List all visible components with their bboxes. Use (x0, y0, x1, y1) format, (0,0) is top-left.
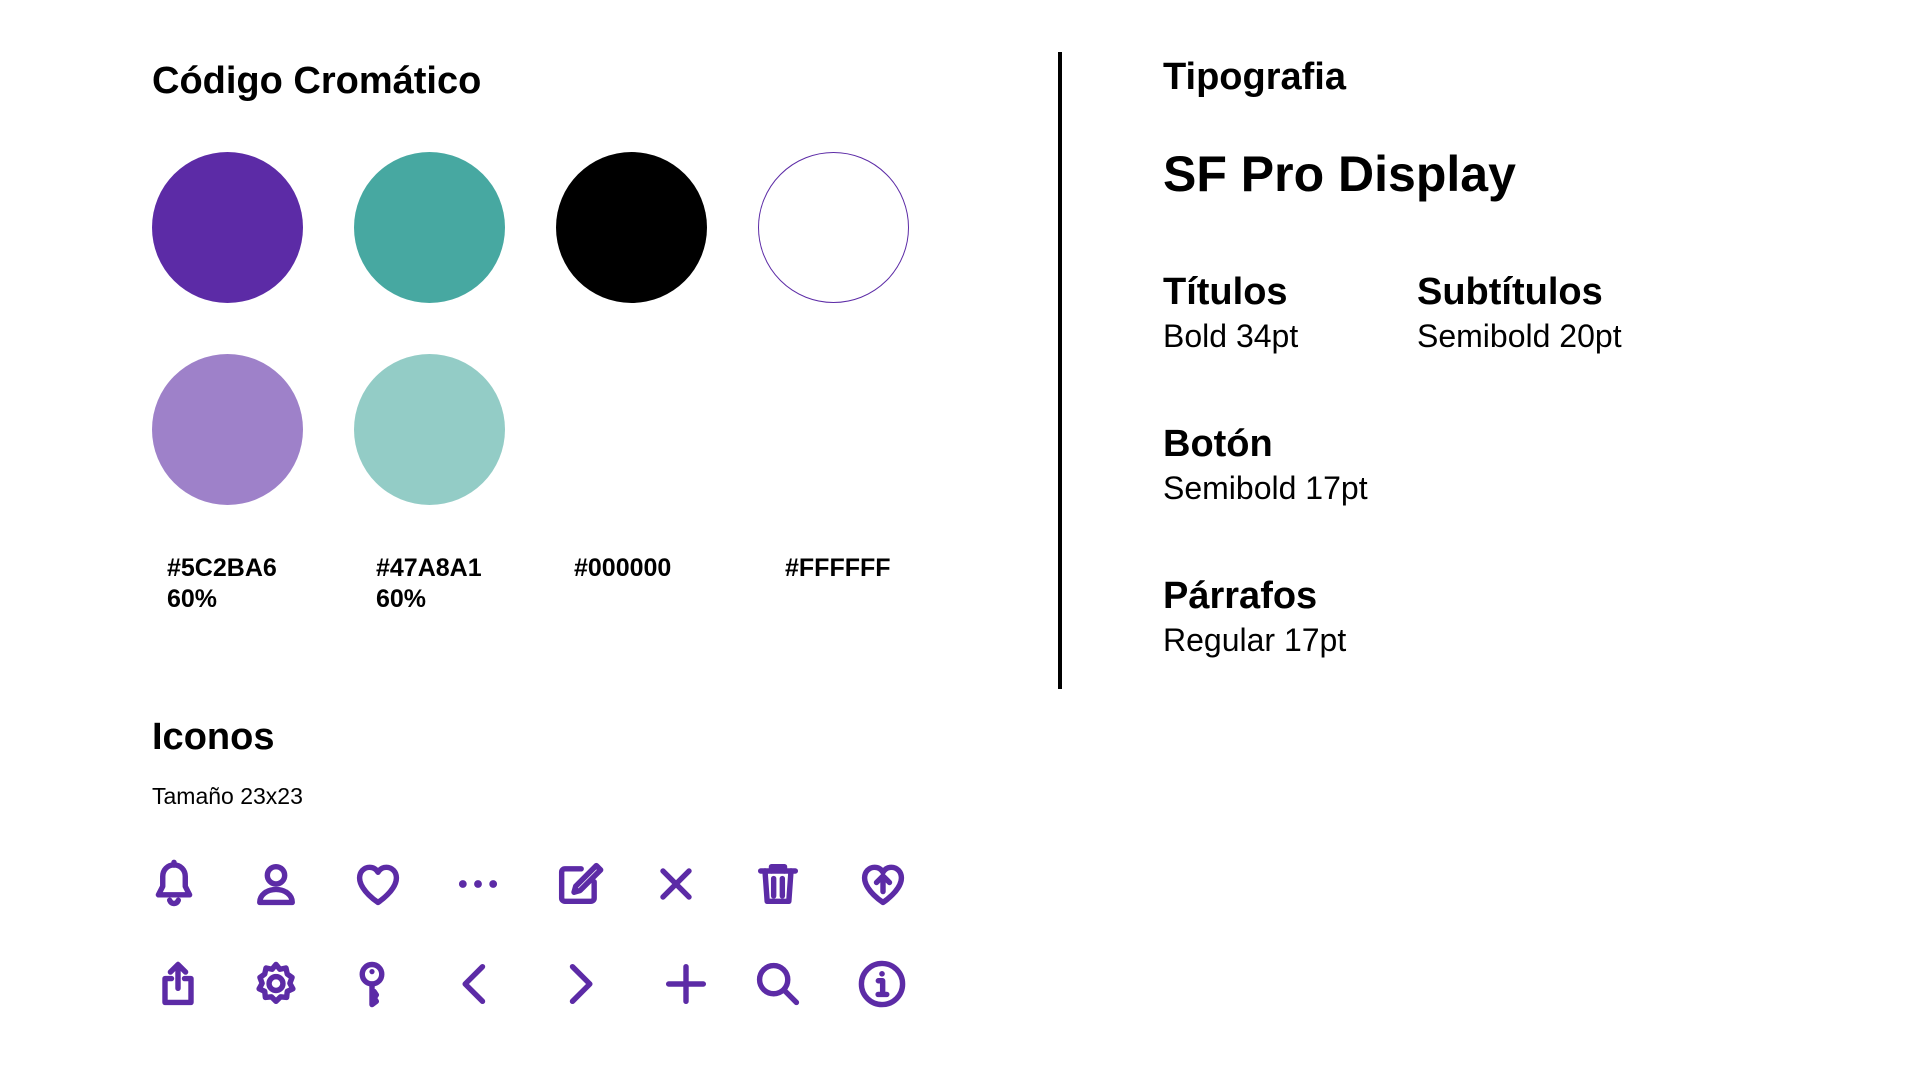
color-label-white: #FFFFFF (785, 553, 891, 584)
color-label-black: #000000 (574, 553, 671, 584)
typography-title: Tipografia (1163, 56, 1346, 98)
more-icon (452, 858, 504, 910)
swatch-black (556, 152, 707, 303)
style-spec-subtitles: Semibold 20pt (1417, 318, 1622, 354)
font-name: SF Pro Display (1163, 146, 1516, 202)
trash-icon (752, 858, 804, 910)
style-name-paragraphs: Párrafos (1163, 575, 1318, 617)
close-icon (650, 858, 702, 910)
heart-upload-icon (857, 858, 909, 910)
share-icon (152, 958, 204, 1010)
swatch-teal (354, 152, 505, 303)
style-spec-paragraphs: Regular 17pt (1163, 622, 1347, 658)
chevron-left-icon (450, 958, 502, 1010)
hex-code: #000000 (574, 554, 672, 582)
swatch-teal-60 (354, 354, 505, 505)
gear-icon (250, 958, 302, 1010)
color-label-purple: #5C2BA6 60% (167, 553, 277, 615)
style-spec-titles: Bold 34pt (1163, 318, 1299, 354)
heart-icon (352, 858, 404, 910)
swatch-purple-60 (152, 354, 303, 505)
colors-title: Código Cromático (152, 60, 482, 102)
edit-icon (553, 858, 605, 910)
color-label-teal: #47A8A1 60% (376, 553, 482, 615)
style-name-subtitles: Subtítulos (1417, 271, 1603, 313)
style-name-button: Botón (1163, 423, 1273, 465)
user-icon (250, 858, 302, 910)
plus-icon (660, 958, 712, 1010)
swatch-purple (152, 152, 303, 303)
hex-code: #5C2BA6 (167, 554, 277, 582)
chevron-right-icon (553, 958, 605, 1010)
hex-code: #47A8A1 (376, 554, 482, 582)
style-name-titles: Títulos (1163, 271, 1288, 313)
section-divider (1058, 52, 1062, 689)
key-icon (346, 958, 398, 1010)
style-spec-button: Semibold 17pt (1163, 470, 1368, 506)
search-icon (752, 958, 804, 1010)
swatch-white (758, 152, 909, 303)
opacity-value: 60% (167, 585, 218, 613)
hex-code: #FFFFFF (785, 554, 891, 582)
bell-icon (148, 858, 200, 910)
icons-size-label: Tamaño 23x23 (152, 783, 303, 809)
icons-title: Iconos (152, 716, 275, 758)
opacity-value: 60% (376, 585, 427, 613)
info-icon (856, 958, 908, 1010)
